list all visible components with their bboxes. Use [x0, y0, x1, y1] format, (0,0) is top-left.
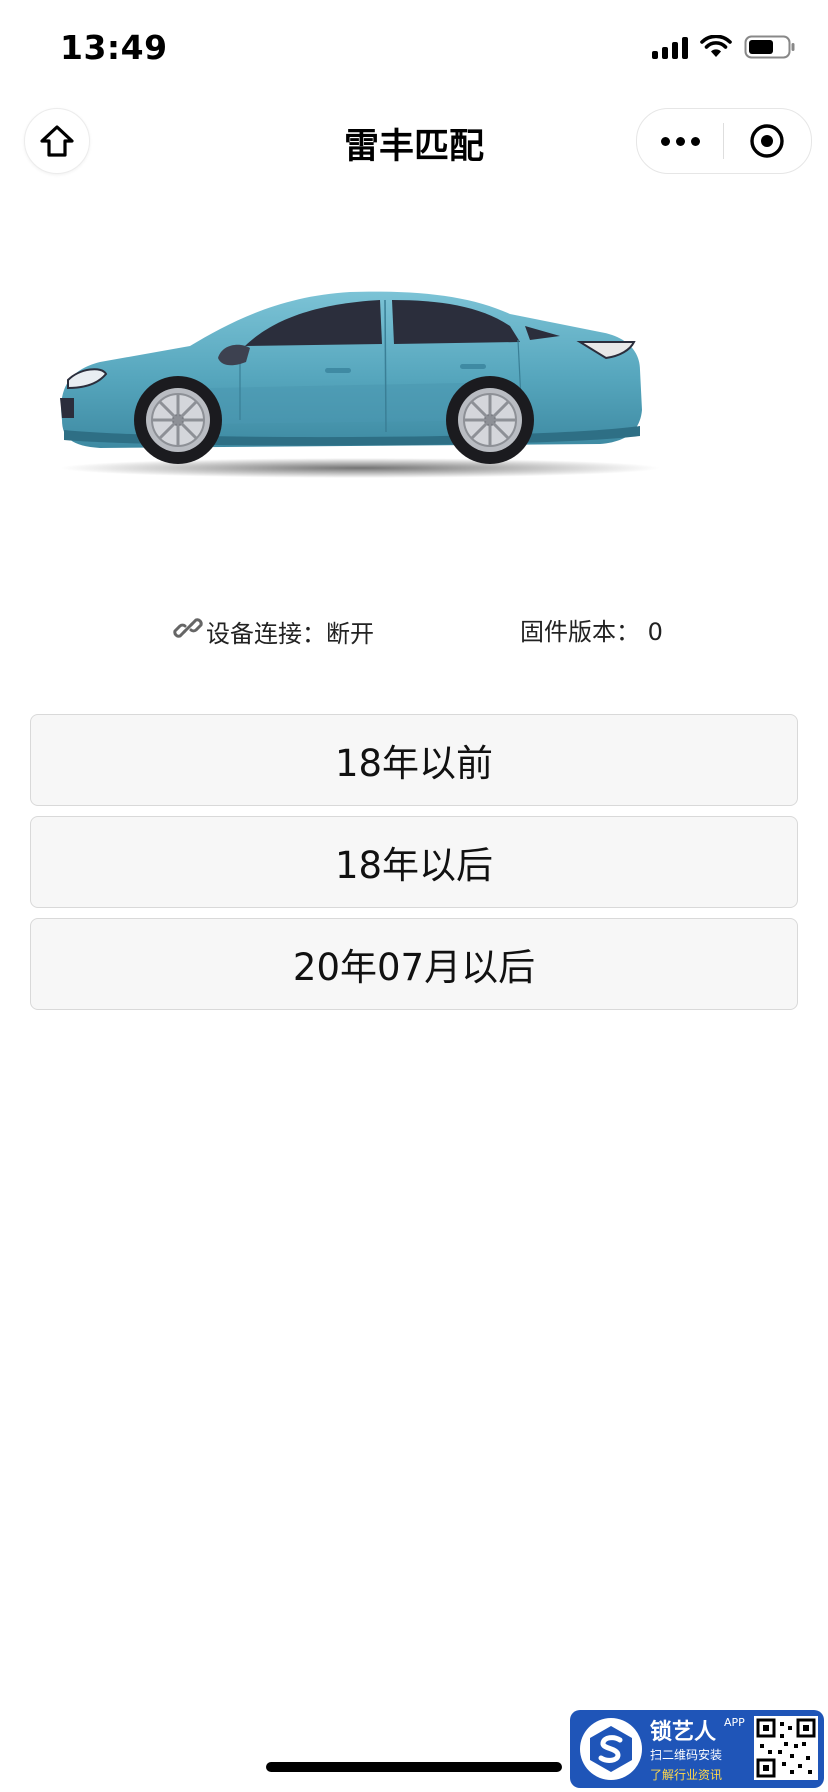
mini-program-page: 13:49 雷丰匹配 设备连接： 断开 固件版本： 0 18年以前 18年以后 … — [0, 0, 828, 1792]
option-after-2018-button[interactable]: 18年以后 — [30, 816, 798, 908]
navigation-bar: 雷丰匹配 — [0, 104, 828, 180]
year-option-list: 18年以前 18年以后 20年07月以后 — [30, 714, 798, 1020]
connection-status: 设备连接： 断开 — [172, 612, 374, 650]
option-before-2018-button[interactable]: 18年以前 — [30, 714, 798, 806]
link-icon — [172, 612, 204, 650]
target-circle-icon — [750, 124, 784, 158]
watermark-line2: 了解行业资讯 — [650, 1768, 723, 1782]
device-info-row: 设备连接： 断开 固件版本： 0 — [0, 612, 828, 652]
watermark-logo-icon — [580, 1718, 642, 1780]
firmware-value: 0 — [647, 618, 663, 646]
status-bar: 13:49 — [0, 0, 828, 96]
connection-value: 断开 — [326, 619, 374, 648]
battery-icon — [744, 34, 796, 60]
more-button[interactable] — [637, 109, 723, 173]
watermark-badge: 锁艺人 APP 扫二维码安装 了解行业资讯 — [570, 1710, 824, 1788]
option-after-2020-07-button[interactable]: 20年07月以后 — [30, 918, 798, 1010]
firmware-label: 固件版本： — [520, 618, 640, 646]
watermark-app-badge: APP — [724, 1716, 745, 1729]
status-icons — [652, 34, 796, 60]
home-indicator[interactable] — [266, 1762, 562, 1772]
status-time: 13:49 — [60, 28, 168, 67]
car-image — [60, 291, 660, 478]
watermark-line1: 扫二维码安装 — [650, 1748, 723, 1762]
wifi-icon — [700, 35, 732, 59]
qr-code-icon — [754, 1716, 818, 1780]
firmware-version: 固件版本： 0 — [520, 612, 663, 647]
menu-capsule — [636, 108, 812, 174]
more-icon — [660, 136, 670, 146]
watermark-name: 锁艺人 — [650, 1720, 717, 1745]
close-miniprogram-button[interactable] — [724, 109, 810, 173]
cellular-signal-icon — [652, 35, 688, 59]
connection-label: 设备连接： — [206, 619, 326, 648]
